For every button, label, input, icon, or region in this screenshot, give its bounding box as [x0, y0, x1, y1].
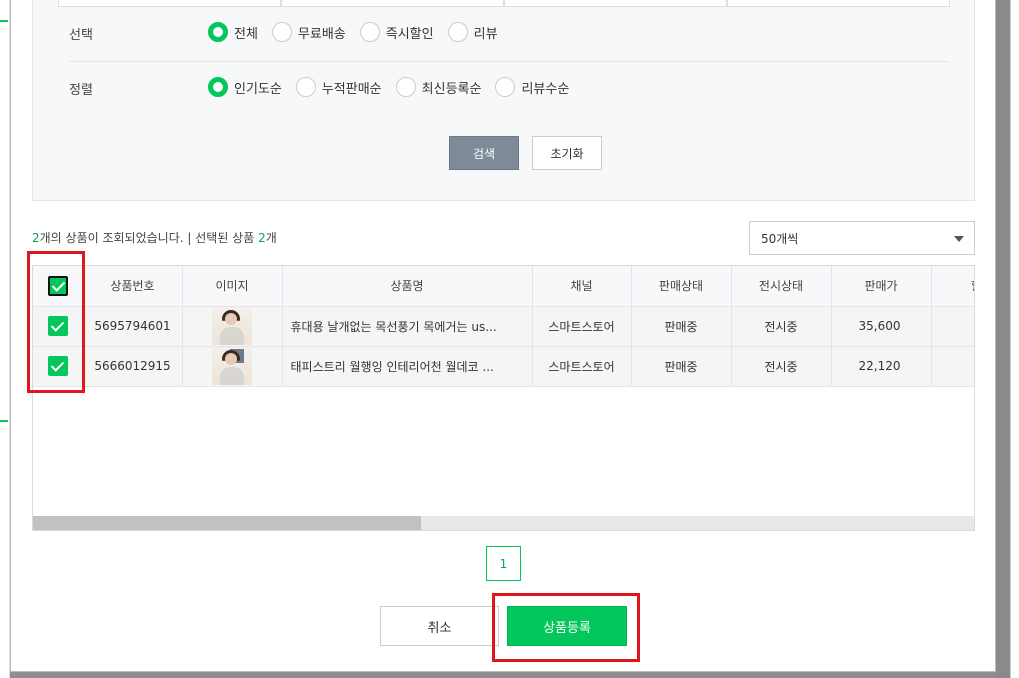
radio-instant-discount[interactable]: 즉시할인: [359, 22, 434, 42]
result-count: 2: [32, 231, 40, 245]
row-checkbox[interactable]: [47, 356, 68, 376]
background-green-mark: [0, 420, 8, 422]
scrollbar-thumb[interactable]: [33, 516, 421, 530]
result-summary-text: 개의 상품이 조회되었습니다. | 선택된 상품: [39, 231, 259, 245]
filter-input-cell[interactable]: [281, 0, 504, 7]
product-number: 5666012915: [83, 346, 183, 387]
background-page-strip: [1010, 0, 1019, 678]
product-discount: 17: [931, 346, 974, 387]
result-summary-unit: 개: [265, 231, 277, 245]
col-channel: 채널: [532, 266, 632, 307]
product-image: [212, 307, 252, 345]
chevron-down-icon: [954, 236, 964, 242]
product-channel: 스마트스토어: [532, 346, 632, 387]
select-all-checkbox[interactable]: [47, 275, 68, 296]
product-image-cell: [182, 346, 283, 387]
product-price: 35,600: [831, 306, 932, 347]
product-price: 22,120: [831, 346, 932, 387]
product-display-status: 전시중: [731, 306, 832, 347]
radio-review[interactable]: 리뷰: [447, 22, 498, 42]
page-size-select[interactable]: 50개씩: [749, 221, 975, 255]
background-page-left: [0, 0, 10, 678]
filter-top-inputs: [58, 0, 950, 7]
product-channel: 스마트스토어: [532, 306, 632, 347]
radio-review-count[interactable]: 리뷰수순: [495, 77, 569, 97]
horizontal-scrollbar[interactable]: [33, 516, 974, 530]
filter-divider: [69, 61, 949, 62]
table-header-row: 상품번호 이미지 상품명 채널 판매상태 전시상태 판매가 할인: [33, 266, 974, 307]
col-discount: 할인: [931, 266, 974, 307]
product-image-cell: [182, 306, 283, 347]
col-display-status: 전시상태: [731, 266, 832, 307]
col-product-name: 상품명: [282, 266, 533, 307]
filter-input-cell[interactable]: [727, 0, 950, 7]
radio-indicator: [271, 22, 292, 42]
radio-indicator: [295, 77, 316, 97]
radio-popularity[interactable]: 인기도순: [208, 77, 282, 97]
selected-count: 2: [258, 231, 266, 245]
table-row[interactable]: 5695794601 휴대용 날개없는 목선풍기 목에거는 us... 스마트스…: [33, 306, 974, 347]
background-page-right: [996, 0, 1019, 678]
filter-input-cell[interactable]: [58, 0, 281, 7]
select-all-cell: [33, 266, 84, 307]
col-image: 이미지: [182, 266, 283, 307]
radio-free-shipping[interactable]: 무료배송: [271, 22, 346, 42]
product-display-status: 전시중: [731, 346, 832, 387]
reset-button[interactable]: 초기화: [532, 136, 602, 170]
selection-label: 선택: [69, 28, 93, 43]
sort-label: 정렬: [69, 83, 93, 98]
col-product-number: 상품번호: [83, 266, 183, 307]
page-size-value: 50개씩: [761, 231, 799, 246]
product-table: 상품번호 이미지 상품명 채널 판매상태 전시상태 판매가 할인 5695794…: [32, 265, 975, 531]
result-summary: 2개의 상품이 조회되었습니다. | 선택된 상품 2개: [32, 229, 277, 246]
sort-radio-group: 인기도순 누적판매순 최신등록순 리뷰수순: [208, 77, 583, 97]
radio-indicator: [447, 22, 468, 42]
row-checkbox-cell: [33, 306, 84, 347]
product-discount: 29: [931, 306, 974, 347]
radio-cumulative-sales[interactable]: 누적판매순: [295, 77, 382, 97]
table-row[interactable]: 5666012915 태피스트리 월행잉 인테리어천 월데코 ... 스마트스토…: [33, 346, 974, 387]
radio-indicator: [395, 77, 416, 97]
col-price: 판매가: [831, 266, 932, 307]
product-select-modal: 선택 전체 무료배송 즉시할인 리뷰 정렬 인기도순 누적판매순 최신등록순 리…: [10, 0, 996, 672]
filter-input-cell[interactable]: [504, 0, 727, 7]
radio-indicator: [495, 77, 516, 97]
product-name: 휴대용 날개없는 목선풍기 목에거는 us...: [282, 306, 533, 347]
filter-panel: 선택 전체 무료배송 즉시할인 리뷰 정렬 인기도순 누적판매순 최신등록순 리…: [32, 0, 975, 201]
radio-indicator: [208, 22, 228, 42]
radio-all[interactable]: 전체: [208, 22, 258, 42]
modal-shadow: [996, 0, 1010, 678]
radio-indicator: [359, 22, 380, 42]
product-sale-status: 판매중: [631, 346, 732, 387]
product-sale-status: 판매중: [631, 306, 732, 347]
pagination-page-current[interactable]: 1: [486, 546, 521, 581]
product-name: 태피스트리 월행잉 인테리어천 월데코 ...: [282, 346, 533, 387]
search-button[interactable]: 검색: [449, 136, 519, 170]
radio-newest[interactable]: 최신등록순: [395, 77, 481, 97]
radio-indicator: [208, 77, 228, 97]
row-checkbox-cell: [33, 346, 84, 387]
register-product-button[interactable]: 상품등록: [507, 606, 627, 646]
product-number: 5695794601: [83, 306, 183, 347]
background-green-mark: [0, 20, 8, 22]
cancel-button[interactable]: 취소: [380, 606, 499, 646]
row-checkbox[interactable]: [47, 316, 68, 336]
col-sale-status: 판매상태: [631, 266, 732, 307]
product-image: [212, 347, 252, 385]
selection-radio-group: 전체 무료배송 즉시할인 리뷰: [208, 22, 512, 42]
